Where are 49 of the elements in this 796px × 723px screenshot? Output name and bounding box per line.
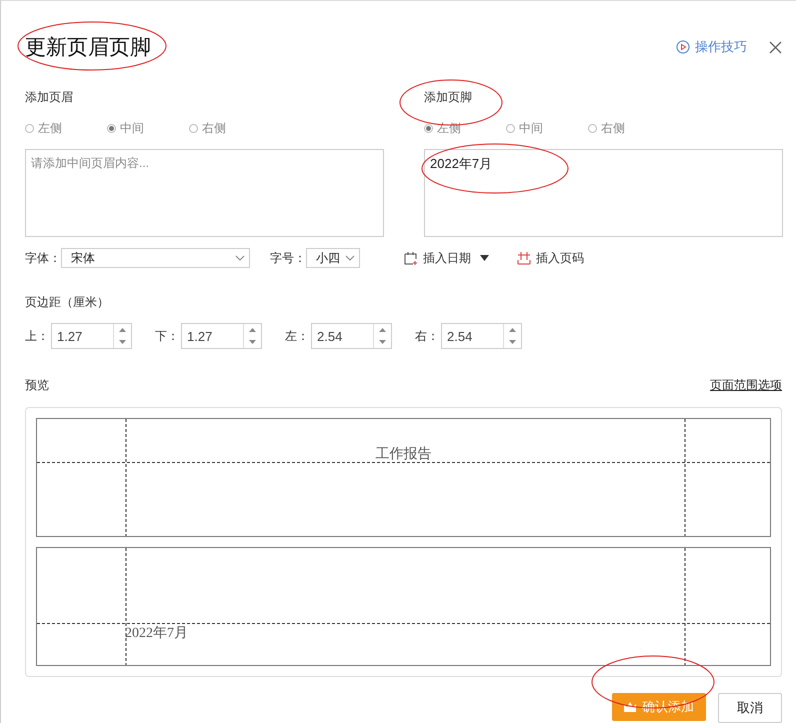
insert-date-button[interactable]: 插入日期 <box>404 250 489 266</box>
font-label: 字体： <box>25 250 61 266</box>
caret-icon <box>235 255 245 261</box>
page-number-icon <box>517 251 531 265</box>
calendar-icon <box>404 251 418 265</box>
up-arrow-icon[interactable] <box>379 328 386 332</box>
preview-label: 预览 <box>25 377 49 394</box>
up-arrow-icon[interactable] <box>119 328 126 332</box>
play-icon <box>676 40 690 54</box>
radio-option[interactable]: 右侧 <box>588 120 670 137</box>
dropdown-icon <box>480 255 489 261</box>
down-arrow-icon[interactable] <box>119 340 126 344</box>
margin-label: 左： <box>285 328 309 344</box>
header-preview-text: 工作报告 <box>376 445 432 463</box>
radio-option[interactable]: 中间 <box>506 120 588 137</box>
margin-label: 下： <box>155 328 179 344</box>
down-arrow-icon[interactable] <box>249 340 256 344</box>
radio-dot-icon[interactable] <box>424 124 433 133</box>
radio-option[interactable]: 左侧 <box>25 120 107 137</box>
cancel-button[interactable]: 取消 <box>718 693 782 723</box>
footer-preview-text: 2022年7月 <box>125 624 188 642</box>
up-arrow-icon[interactable] <box>249 328 256 332</box>
header-label: 添加页眉 <box>25 89 74 106</box>
radio-option[interactable]: 中间 <box>107 120 189 137</box>
up-arrow-icon[interactable] <box>509 328 516 332</box>
down-arrow-icon[interactable] <box>379 340 386 344</box>
crown-icon <box>624 702 636 712</box>
footer-input-field[interactable]: 2022年7月 <box>424 149 783 237</box>
radio-dot-icon[interactable] <box>506 124 515 133</box>
caret-icon <box>345 255 355 261</box>
font-select[interactable]: 宋体 <box>61 248 250 268</box>
margin-label: 右： <box>415 328 439 344</box>
header-input-field[interactable]: 请添加中间页眉内容... <box>25 149 384 237</box>
radio-dot-icon[interactable] <box>588 124 597 133</box>
radio-dot-icon[interactable] <box>189 124 198 133</box>
help-link[interactable]: 操作技巧 <box>676 38 747 56</box>
margin-label: 上： <box>25 328 49 344</box>
close-icon[interactable] <box>769 40 782 54</box>
insert-page-number-button[interactable]: 插入页码 <box>517 250 584 266</box>
radio-dot-icon[interactable] <box>107 124 116 133</box>
radio-dot-icon[interactable] <box>25 124 34 133</box>
down-arrow-icon[interactable] <box>509 340 516 344</box>
dialog-title: 更新页眉页脚 <box>25 35 151 61</box>
footer-label: 添加页脚 <box>424 89 473 106</box>
page-range-link[interactable]: 页面范围选项 <box>710 377 782 394</box>
size-label: 字号： <box>270 250 306 266</box>
radio-option[interactable]: 右侧 <box>189 120 271 137</box>
margins-label: 页边距（厘米） <box>25 294 110 311</box>
size-select[interactable]: 小四 <box>306 248 360 268</box>
